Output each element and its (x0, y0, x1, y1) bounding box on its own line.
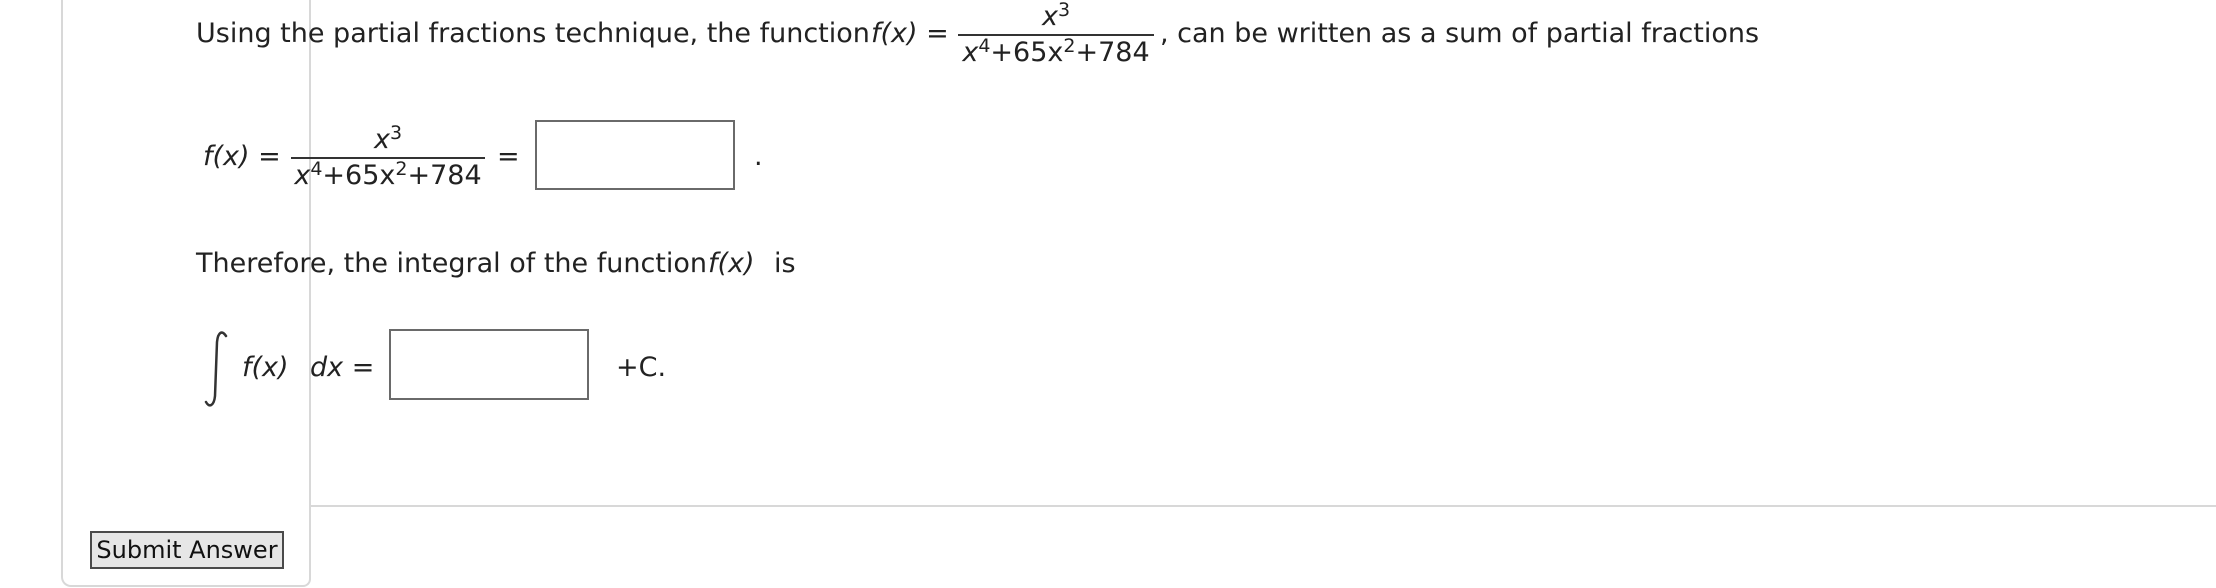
integrand-label: f(x) (242, 352, 289, 383)
fraction-denominator: x4+65x2+784 (962, 35, 1150, 68)
therefore-suffix: is (774, 248, 796, 279)
therefore-text: Therefore, the integral of the function (196, 248, 708, 279)
question-card-border (61, 0, 311, 587)
intro-suffix: , can be written as a sum of partial fra… (1160, 18, 1760, 49)
equals-sign: = (497, 141, 520, 172)
integral-icon (204, 331, 228, 407)
submit-answer-button[interactable]: Submit Answer (90, 531, 284, 569)
dx-label: dx = (310, 352, 375, 383)
integral-input[interactable] (389, 329, 589, 400)
equation-label: f(x) = (203, 141, 281, 172)
fraction-numerator: x3 (1041, 0, 1071, 32)
equation-fraction: x3 x4+65x2+784 (291, 122, 485, 191)
divider-line (311, 505, 2216, 507)
partial-fraction-input[interactable] (535, 120, 735, 190)
constant-label: +C. (616, 352, 667, 383)
function-label: f(x) = (871, 18, 949, 49)
intro-text: Using the partial fractions technique, t… (196, 18, 870, 49)
equation-denominator: x4+65x2+784 (294, 158, 482, 191)
period-mark: . (754, 141, 763, 172)
therefore-function: f(x) (708, 248, 755, 279)
function-fraction: x3 x4+65x2+784 (958, 0, 1154, 68)
equation-numerator: x3 (373, 122, 403, 155)
